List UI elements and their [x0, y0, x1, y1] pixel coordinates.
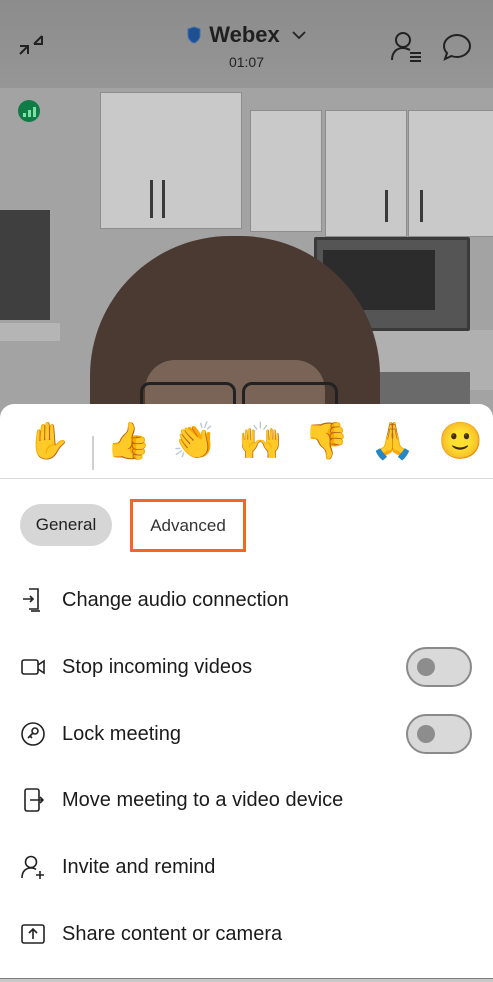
invite-and-remind-item[interactable]: Invite and remind	[0, 839, 493, 895]
change-audio-connection-item[interactable]: Change audio connection	[0, 572, 493, 628]
video-cabinet-handle	[420, 190, 423, 222]
smile-reaction[interactable]: 🙂	[438, 418, 483, 466]
raise-hand-reaction[interactable]: ✋	[26, 418, 71, 466]
video-cabinet-handle	[385, 190, 388, 222]
share-content-item[interactable]: Share content or camera	[0, 906, 493, 962]
invite-person-icon	[21, 855, 44, 879]
menu-item-label: Invite and remind	[62, 855, 216, 878]
menu-item-label: Stop incoming videos	[62, 655, 253, 678]
participants-icon[interactable]	[390, 30, 422, 62]
tab-general[interactable]: General	[20, 504, 112, 546]
video-cabinet	[250, 110, 322, 232]
video-camera-icon	[21, 659, 45, 675]
video-cabinet-handle	[162, 180, 165, 218]
clap-reaction[interactable]: 👏	[172, 418, 217, 466]
meeting-title-text: Webex	[209, 22, 280, 47]
stop-incoming-videos-item[interactable]: Stop incoming videos	[0, 639, 493, 695]
chevron-down-icon	[292, 31, 306, 40]
lock-meeting-toggle[interactable]	[406, 714, 472, 754]
stop-incoming-videos-toggle[interactable]	[406, 647, 472, 687]
video-cabinet	[100, 92, 242, 229]
meeting-title[interactable]: Webex	[187, 22, 306, 48]
menu-item-label: Lock meeting	[62, 722, 181, 745]
celebrate-reaction[interactable]: 🙌	[238, 418, 283, 466]
video-bookshelf	[0, 210, 50, 320]
tab-advanced[interactable]: Advanced	[130, 499, 246, 552]
reactions-divider	[92, 436, 94, 470]
lock-meeting-icon	[21, 722, 45, 746]
reactions-bar: ✋ 👍 👏 🙌 👎 🙏 🙂	[0, 418, 493, 474]
chat-icon[interactable]	[442, 32, 472, 62]
menu-item-label: Move meeting to a video device	[62, 788, 344, 811]
lock-meeting-item[interactable]: Lock meeting	[0, 706, 493, 762]
video-cabinet	[325, 110, 407, 237]
audio-connection-icon	[23, 588, 40, 612]
more-options-sheet: ✋ 👍 👏 🙌 👎 🙏 🙂 General Advanced Change au…	[0, 404, 493, 982]
thumbs-up-reaction[interactable]: 👍	[106, 418, 151, 466]
pray-reaction[interactable]: 🙏	[370, 418, 415, 466]
thumbs-down-reaction[interactable]: 👎	[304, 418, 349, 466]
move-device-icon	[24, 788, 45, 812]
network-signal-icon	[18, 100, 40, 122]
shield-icon	[187, 26, 201, 44]
menu-item-label: Change audio connection	[62, 588, 289, 611]
menu-item-label: Share content or camera	[62, 922, 283, 945]
video-cabinet-handle	[150, 180, 153, 218]
share-icon	[21, 924, 45, 944]
meeting-header: Webex 01:07	[0, 0, 493, 88]
move-meeting-item[interactable]: Move meeting to a video device	[0, 772, 493, 828]
video-shelf	[0, 323, 60, 341]
sheet-divider	[0, 478, 493, 479]
